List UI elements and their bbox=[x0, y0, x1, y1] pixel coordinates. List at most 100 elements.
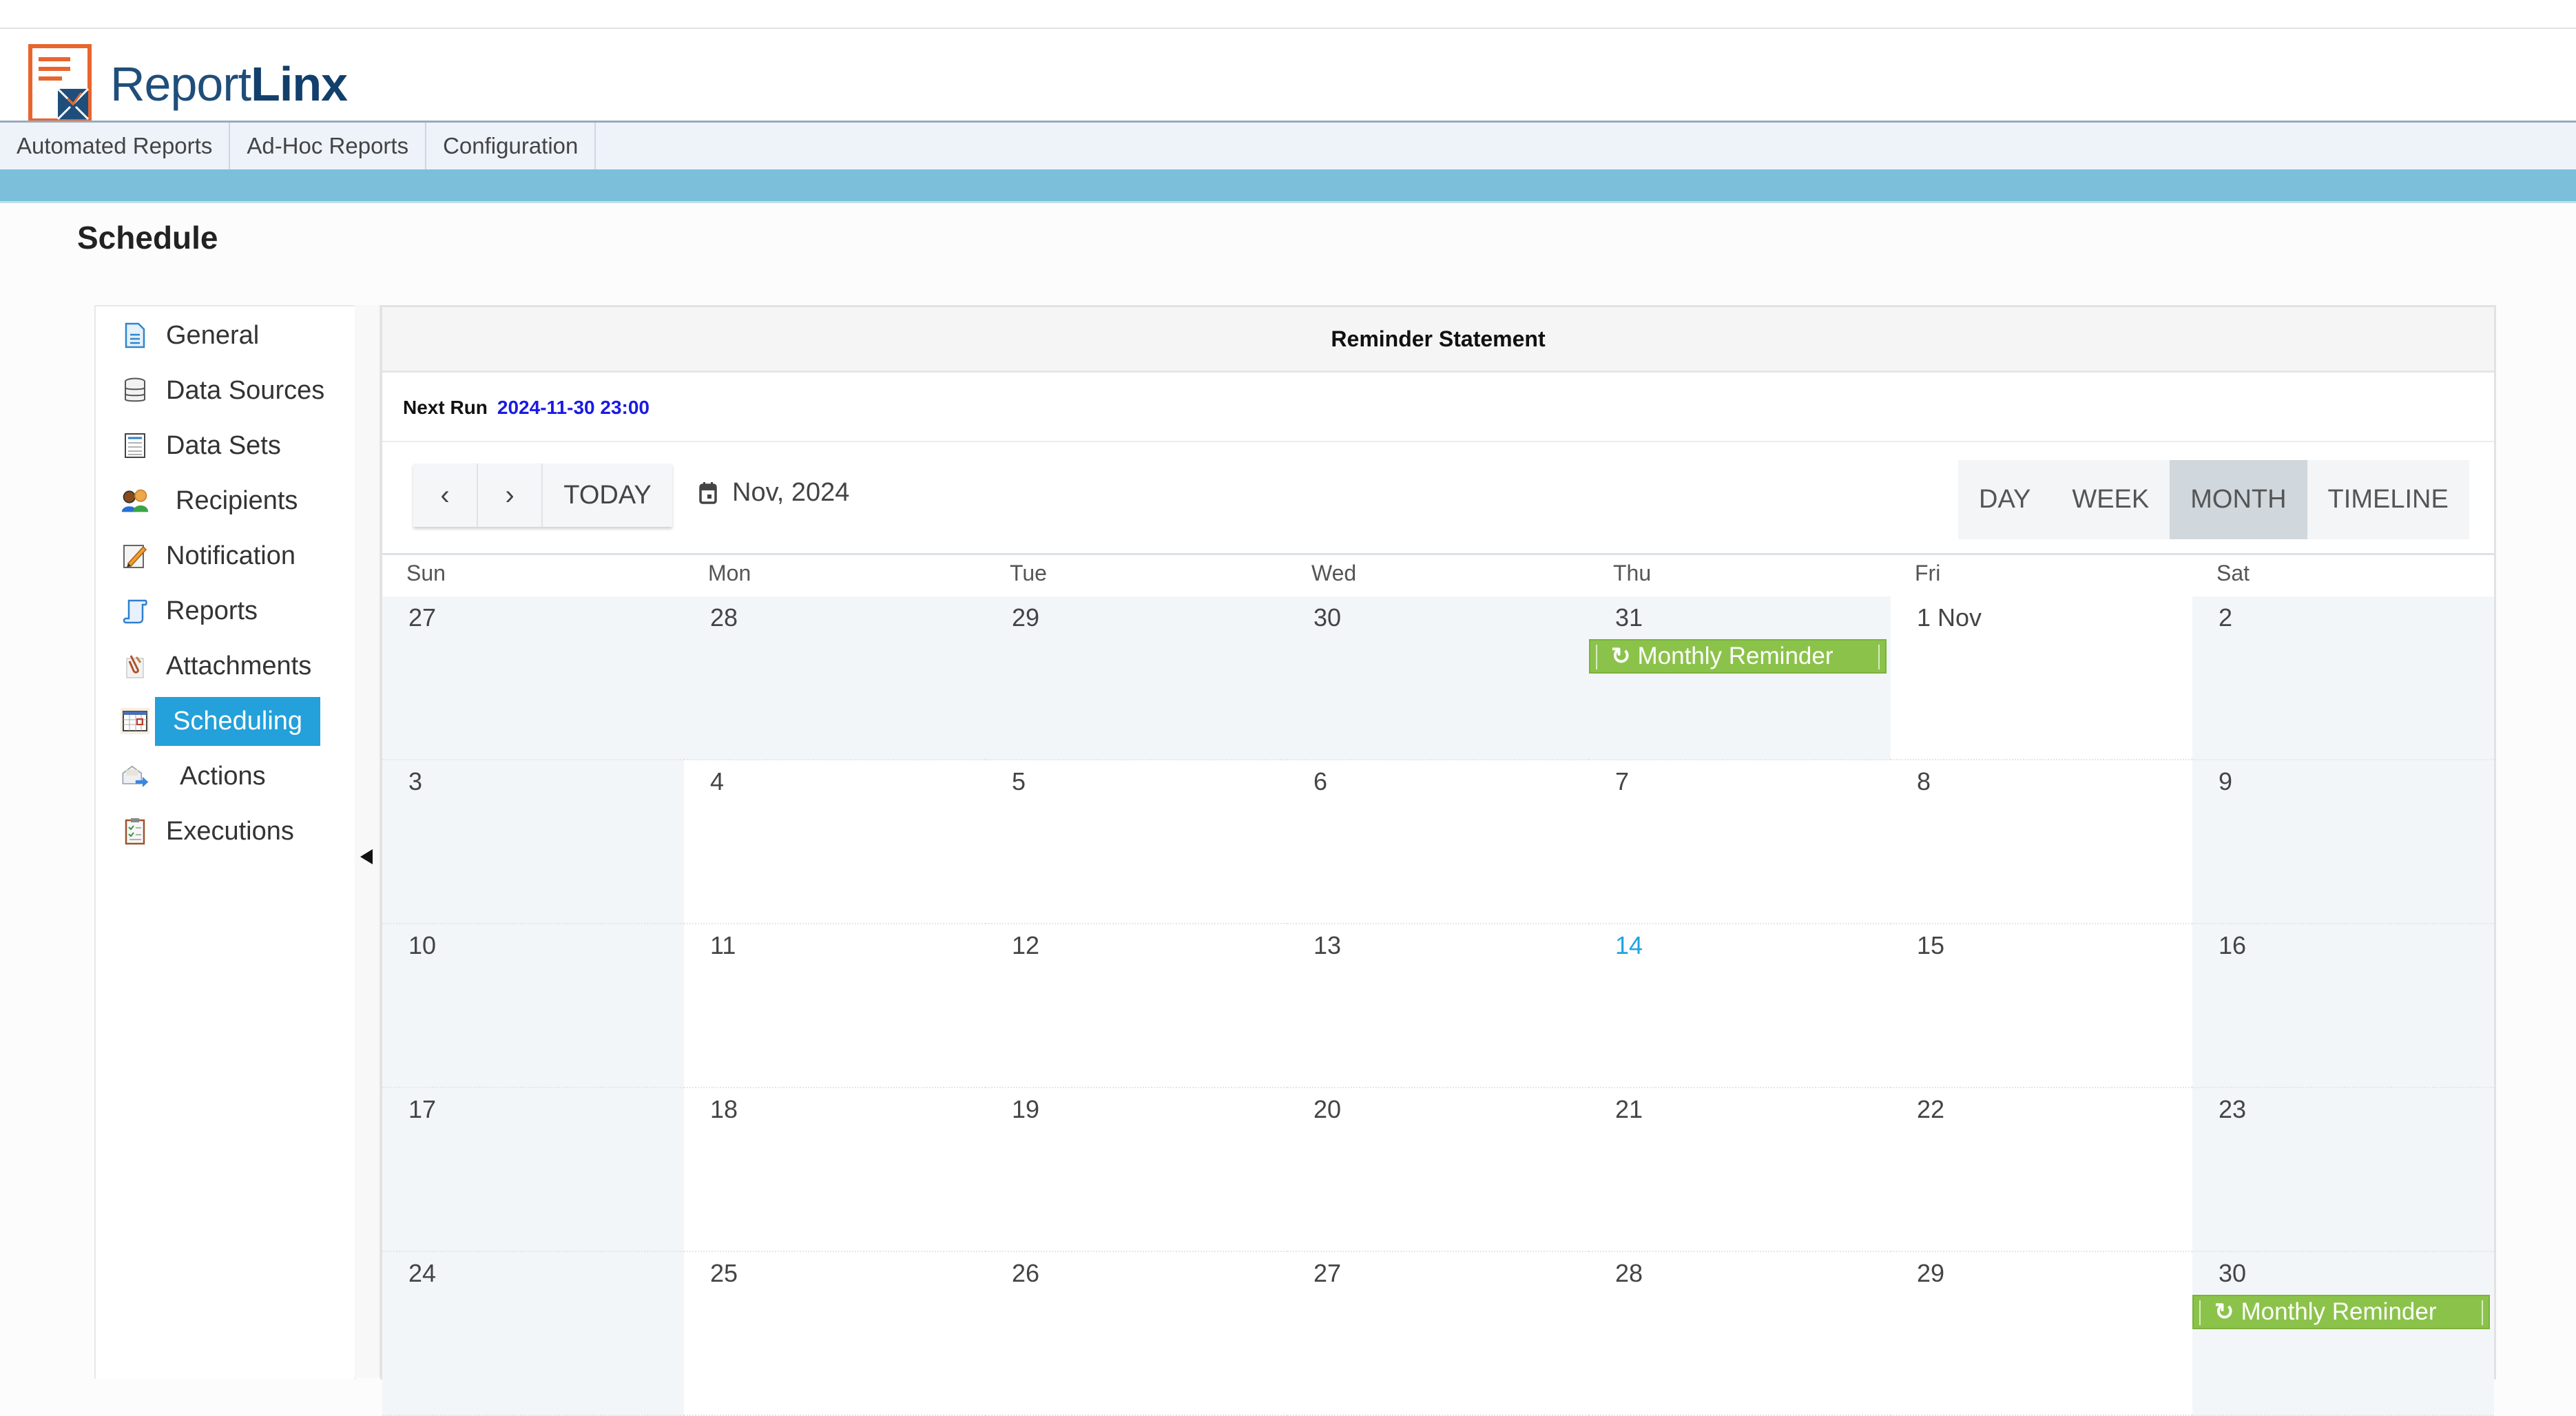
event-resize-handle-right[interactable] bbox=[1878, 645, 1880, 669]
users-icon bbox=[121, 486, 149, 515]
calendar-day-cell[interactable]: 15 bbox=[1891, 924, 2192, 1088]
day-header-wed: Wed bbox=[1311, 561, 1357, 585]
calendar-day-cell[interactable]: 20 bbox=[1287, 1088, 1589, 1252]
event-label: Monthly Reminder bbox=[2241, 1298, 2437, 1325]
paperclip-icon bbox=[121, 652, 149, 680]
calendar-day-cell[interactable]: 16 bbox=[2192, 924, 2494, 1088]
calendar-day-cell[interactable]: 28 bbox=[684, 596, 986, 760]
sidebar-item-recipients[interactable]: Recipients bbox=[96, 473, 355, 528]
today-button[interactable]: TODAY bbox=[543, 464, 672, 527]
sidebar-item-label: Executions bbox=[166, 816, 294, 846]
nav-automated-reports[interactable]: Automated Reports bbox=[0, 123, 231, 169]
calendar-day-cell[interactable]: 17 bbox=[382, 1088, 684, 1252]
nav-configuration[interactable]: Configuration bbox=[426, 123, 596, 169]
sidebar-item-executions[interactable]: Executions bbox=[96, 804, 355, 859]
app-name: ReportLinx bbox=[110, 56, 348, 112]
calendar-day-cell[interactable]: 27 bbox=[1287, 1252, 1589, 1416]
calendar-day-cell[interactable]: 6 bbox=[1287, 760, 1589, 924]
calendar-day-cell[interactable]: 26 bbox=[986, 1252, 1287, 1416]
calendar-event[interactable]: ↻ Monthly Reminder bbox=[2192, 1295, 2490, 1329]
date-number: 7 bbox=[1615, 767, 1630, 795]
calendar-day-cell[interactable]: 1 Nov bbox=[1891, 596, 2192, 760]
calendar-day-cell[interactable]: 8 bbox=[1891, 760, 2192, 924]
recurring-icon: ↻ bbox=[2214, 1299, 2234, 1325]
calendar-day-cell[interactable]: 24 bbox=[382, 1252, 684, 1416]
date-number: 22 bbox=[1917, 1095, 1945, 1123]
sidebar-item-label: General bbox=[166, 320, 260, 350]
sidebar-item-label: Notification bbox=[166, 541, 295, 570]
view-week-button[interactable]: WEEK bbox=[2051, 460, 2170, 539]
calendar-day-cell[interactable]: 18 bbox=[684, 1088, 986, 1252]
sidebar-item-label: Reports bbox=[166, 596, 258, 625]
date-number: 30 bbox=[1313, 603, 1342, 632]
page-title: Schedule bbox=[77, 220, 218, 256]
view-day-button[interactable]: DAY bbox=[1958, 460, 2051, 539]
calendar-day-cell[interactable]: 3 bbox=[382, 760, 684, 924]
calendar-day-cell[interactable]: 23 bbox=[2192, 1088, 2494, 1252]
calendar-day-cell[interactable]: 31 ↻ Monthly Reminder bbox=[1589, 596, 1891, 760]
sidebar-item-actions[interactable]: Actions bbox=[96, 749, 355, 804]
collapse-left-icon[interactable] bbox=[360, 849, 373, 864]
calendar-day-cell[interactable]: 28 bbox=[1589, 1252, 1891, 1416]
calendar-day-cell[interactable]: 25 bbox=[684, 1252, 986, 1416]
sidebar-splitter[interactable] bbox=[355, 305, 381, 1377]
day-header-thu: Thu bbox=[1613, 561, 1652, 585]
date-number: 27 bbox=[1313, 1259, 1342, 1287]
calendar-day-cell[interactable]: 12 bbox=[986, 924, 1287, 1088]
browser-top-strip bbox=[0, 0, 2576, 29]
calendar-day-cell[interactable]: 13 bbox=[1287, 924, 1589, 1088]
view-month-button[interactable]: MONTH bbox=[2170, 460, 2307, 539]
month-grid: 27 28 29 30 31 ↻ Monthly Reminder 1 Nov 2 3 4 5 6 7 8 9… bbox=[382, 596, 2494, 1416]
calendar-day-cell[interactable]: 9 bbox=[2192, 760, 2494, 924]
date-number: 2 bbox=[2219, 603, 2233, 632]
event-resize-handle-right[interactable] bbox=[2482, 1300, 2483, 1325]
calendar-day-cell[interactable]: 10 bbox=[382, 924, 684, 1088]
date-number: 21 bbox=[1615, 1095, 1643, 1123]
calendar-day-cell[interactable]: 4 bbox=[684, 760, 986, 924]
nav-ad-hoc-reports[interactable]: Ad-Hoc Reports bbox=[230, 123, 427, 169]
nav-accent-bar bbox=[0, 169, 2576, 203]
day-header-sat: Sat bbox=[2216, 561, 2250, 585]
edit-note-icon bbox=[121, 541, 149, 570]
calendar-day-cell[interactable]: 19 bbox=[986, 1088, 1287, 1252]
sidebar-item-attachments[interactable]: Attachments bbox=[96, 638, 355, 694]
sidebar-item-label: Actions bbox=[180, 761, 266, 791]
event-resize-handle-left[interactable] bbox=[1596, 645, 1597, 669]
day-header-row: Sun Mon Tue Wed Thu Fri Sat bbox=[382, 553, 2494, 598]
calendar-day-cell[interactable]: 5 bbox=[986, 760, 1287, 924]
prev-button[interactable]: ‹ bbox=[413, 464, 478, 527]
calendar-day-cell[interactable]: 22 bbox=[1891, 1088, 2192, 1252]
app-name-regular: Report bbox=[110, 57, 251, 111]
calendar-day-cell[interactable]: 21 bbox=[1589, 1088, 1891, 1252]
logo[interactable]: ReportLinx bbox=[28, 43, 348, 125]
day-header-tue: Tue bbox=[1010, 561, 1047, 585]
calendar-day-cell[interactable]: 7 bbox=[1589, 760, 1891, 924]
sidebar-item-data-sets[interactable]: Data Sets bbox=[96, 418, 355, 473]
calendar-day-cell[interactable]: 30 bbox=[1287, 596, 1589, 760]
sidebar-item-notification[interactable]: Notification bbox=[96, 528, 355, 583]
date-number: 16 bbox=[2219, 931, 2247, 959]
calendar-day-cell[interactable]: 29 bbox=[1891, 1252, 2192, 1416]
mail-forward-icon bbox=[121, 762, 149, 791]
calendar-day-cell[interactable]: 30 ↻ Monthly Reminder bbox=[2192, 1252, 2494, 1416]
sidebar-item-data-sources[interactable]: Data Sources bbox=[96, 363, 355, 418]
view-timeline-button[interactable]: TIMELINE bbox=[2307, 460, 2469, 539]
event-resize-handle-left[interactable] bbox=[2199, 1300, 2201, 1325]
calendar-event[interactable]: ↻ Monthly Reminder bbox=[1589, 639, 1887, 674]
recurring-icon: ↻ bbox=[1611, 643, 1631, 669]
date-number: 13 bbox=[1313, 931, 1342, 959]
calendar-day-cell[interactable]: 29 bbox=[986, 596, 1287, 760]
sidebar-item-scheduling[interactable]: Scheduling bbox=[96, 694, 355, 749]
calendar-day-cell[interactable]: 14 bbox=[1589, 924, 1891, 1088]
dataset-icon bbox=[121, 431, 149, 460]
calendar-day-cell[interactable]: 2 bbox=[2192, 596, 2494, 760]
app-name-bold: Linx bbox=[251, 57, 348, 111]
next-button[interactable]: › bbox=[478, 464, 543, 527]
calendar-day-cell[interactable]: 27 bbox=[382, 596, 684, 760]
date-number: 9 bbox=[2219, 767, 2233, 795]
next-run-label: Next Run bbox=[403, 397, 488, 418]
sidebar-item-reports[interactable]: Reports bbox=[96, 583, 355, 638]
sidebar-item-general[interactable]: General bbox=[96, 308, 355, 363]
calendar-day-cell[interactable]: 11 bbox=[684, 924, 986, 1088]
current-period[interactable]: Nov, 2024 bbox=[699, 478, 849, 508]
